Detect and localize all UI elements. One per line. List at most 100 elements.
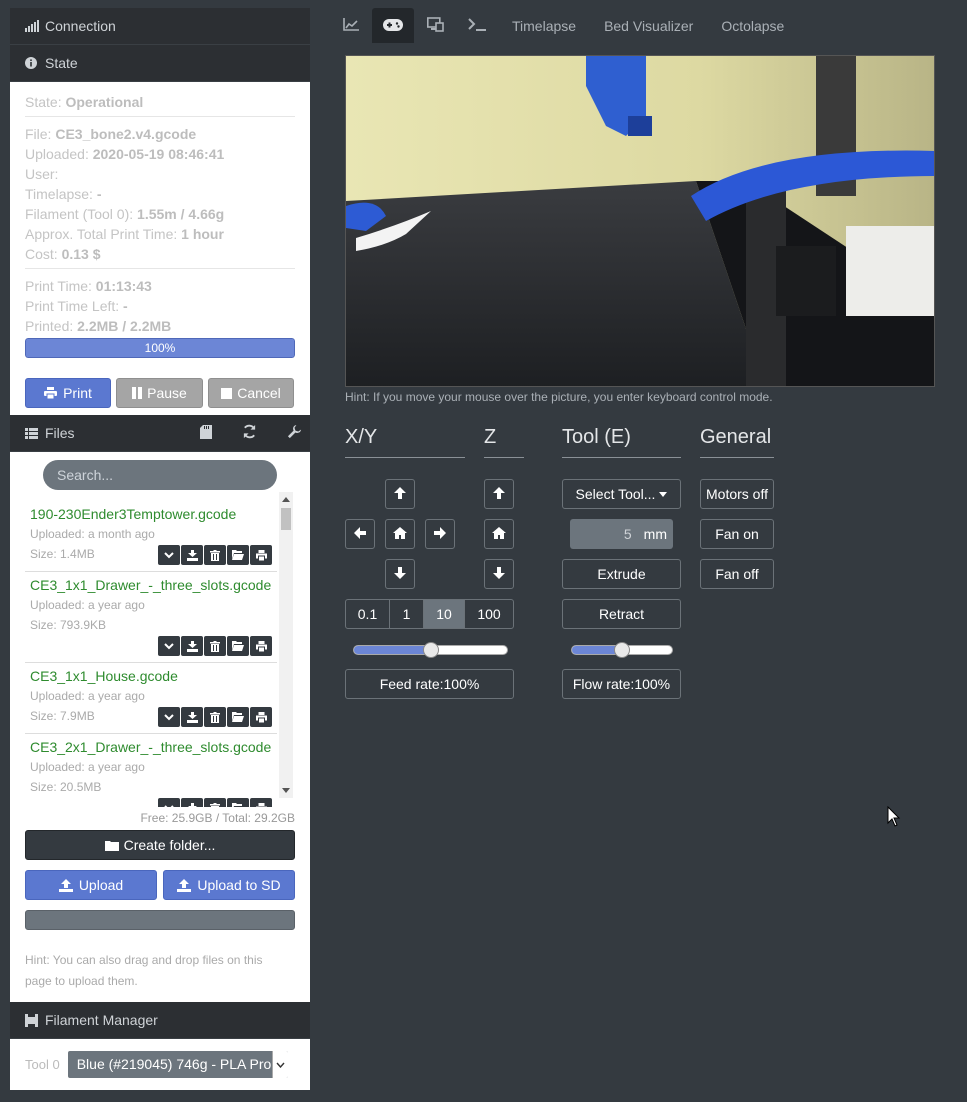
- folder-open-action-button[interactable]: [227, 798, 249, 807]
- tab-octolapse[interactable]: Octolapse: [707, 8, 798, 43]
- pause-button[interactable]: Pause: [116, 378, 203, 408]
- folder-open-action-button[interactable]: [227, 636, 249, 656]
- file-entry[interactable]: CE3_2x1_Drawer_-_three_slots.gcode Uploa…: [25, 734, 277, 807]
- tab-terminal[interactable]: [456, 8, 498, 43]
- file-name[interactable]: CE3_1x1_Drawer_-_three_slots.gcode: [30, 575, 277, 595]
- chevron-down-action-button[interactable]: [158, 545, 180, 565]
- cancel-button[interactable]: Cancel: [208, 378, 294, 408]
- folder-open-action-button[interactable]: [227, 545, 249, 565]
- file-uploaded: Uploaded: a month ago: [30, 527, 155, 541]
- file-uploaded: Uploaded: a year ago: [30, 760, 145, 774]
- step-10-button[interactable]: 10: [423, 599, 465, 629]
- step-0-1-button[interactable]: 0.1: [345, 599, 390, 629]
- spool-icon: [25, 1013, 41, 1027]
- folder-open-icon: [232, 550, 244, 560]
- print-action-button[interactable]: [250, 636, 272, 656]
- download-action-button[interactable]: [181, 798, 203, 807]
- print-button[interactable]: Print: [25, 378, 111, 408]
- extrude-unit: mm: [643, 526, 667, 542]
- print-progress-bar: 100%: [25, 338, 295, 358]
- file-entry[interactable]: CE3_1x1_Drawer_-_three_slots.gcode Uploa…: [25, 572, 277, 663]
- chevron-down-action-button[interactable]: [158, 707, 180, 727]
- trash-icon: [210, 711, 220, 723]
- select-tool-dropdown[interactable]: Select Tool...: [562, 479, 681, 509]
- webcam-stream[interactable]: [345, 55, 935, 387]
- x-plus-button[interactable]: [425, 519, 455, 549]
- extrude-button[interactable]: Extrude: [562, 559, 681, 589]
- home-icon: [492, 526, 506, 542]
- tab-bed-visualizer[interactable]: Bed Visualizer: [590, 8, 707, 43]
- z-minus-button[interactable]: [484, 559, 514, 589]
- flow-rate-button[interactable]: Flow rate:100%: [562, 669, 681, 699]
- download-action-button[interactable]: [181, 545, 203, 565]
- step-100-button[interactable]: 100: [464, 599, 514, 629]
- file-actions: [158, 545, 272, 565]
- print-icon: [255, 640, 267, 652]
- feed-rate-handle[interactable]: [422, 642, 439, 658]
- download-action-button[interactable]: [181, 636, 203, 656]
- trash-icon: [210, 802, 220, 807]
- trash-action-button[interactable]: [204, 798, 226, 807]
- tab-gcode-viewer[interactable]: [414, 8, 456, 43]
- z-plus-button[interactable]: [484, 479, 514, 509]
- flow-rate-handle[interactable]: [614, 642, 630, 658]
- file-entry[interactable]: CE3_1x1_House.gcode Uploaded: a year ago…: [25, 663, 277, 734]
- state-title: State: [45, 55, 78, 71]
- refresh-icon[interactable]: [242, 424, 257, 442]
- tab-timelapse[interactable]: Timelapse: [498, 8, 590, 43]
- arrow-down-icon: [394, 566, 406, 582]
- file-name[interactable]: CE3_2x1_Drawer_-_three_slots.gcode: [30, 737, 277, 757]
- filament-manager-header[interactable]: Filament Manager: [10, 1002, 310, 1039]
- chevron-down-action-button[interactable]: [158, 636, 180, 656]
- print-action-button[interactable]: [250, 707, 272, 727]
- state-header[interactable]: State: [10, 45, 310, 82]
- y-minus-button[interactable]: [385, 559, 415, 589]
- create-folder-button[interactable]: Create folder...: [25, 830, 295, 860]
- xy-home-button[interactable]: [385, 519, 415, 549]
- file-entry[interactable]: 190-230Ender3Temptower.gcode Uploaded: a…: [25, 501, 277, 572]
- arrow-up-icon: [394, 486, 406, 502]
- file-search-input[interactable]: [43, 460, 277, 490]
- connection-header[interactable]: Connection: [10, 8, 310, 45]
- fan-off-button[interactable]: Fan off: [700, 559, 774, 589]
- fan-on-button[interactable]: Fan on: [700, 519, 774, 549]
- trash-action-button[interactable]: [204, 707, 226, 727]
- step-1-button[interactable]: 1: [389, 599, 424, 629]
- info-icon: [25, 57, 41, 69]
- x-minus-button[interactable]: [345, 519, 375, 549]
- motors-off-button[interactable]: Motors off: [700, 479, 774, 509]
- y-plus-button[interactable]: [385, 479, 415, 509]
- upload-icon: [58, 878, 73, 892]
- file-name[interactable]: 190-230Ender3Temptower.gcode: [30, 504, 277, 524]
- flow-rate-slider[interactable]: [571, 642, 673, 658]
- upload-sd-button[interactable]: Upload to SD: [163, 870, 295, 900]
- upload-progress-bar: [25, 910, 295, 930]
- files-header[interactable]: Files: [10, 415, 310, 452]
- file-name[interactable]: CE3_1x1_House.gcode: [30, 666, 277, 686]
- retract-button[interactable]: Retract: [562, 599, 681, 629]
- wrench-icon[interactable]: [287, 424, 302, 442]
- sd-card-icon[interactable]: [200, 424, 212, 442]
- user-line: User:: [25, 166, 59, 182]
- files-title: Files: [45, 425, 75, 441]
- folder-open-action-button[interactable]: [227, 707, 249, 727]
- file-list-scrollbar[interactable]: [279, 492, 293, 798]
- chevron-down-action-button[interactable]: [158, 798, 180, 807]
- upload-button[interactable]: Upload: [25, 870, 157, 900]
- trash-action-button[interactable]: [204, 636, 226, 656]
- feed-rate-button[interactable]: Feed rate:100%: [345, 669, 514, 699]
- list-icon: [25, 427, 41, 439]
- file-actions: [158, 707, 272, 727]
- print-action-button[interactable]: [250, 545, 272, 565]
- spool-select[interactable]: Blue (#219045) 746g - PLA Pro: [67, 1051, 288, 1078]
- download-action-button[interactable]: [181, 707, 203, 727]
- trash-action-button[interactable]: [204, 545, 226, 565]
- z-home-button[interactable]: [484, 519, 514, 549]
- tab-control[interactable]: [372, 8, 414, 43]
- feed-rate-slider[interactable]: [353, 642, 508, 658]
- extrude-amount-input[interactable]: 5 mm: [570, 519, 673, 549]
- tab-temperature[interactable]: [330, 8, 372, 43]
- file-line: File: CE3_bone2.v4.gcode: [25, 126, 197, 142]
- print-action-button[interactable]: [250, 798, 272, 807]
- tool-title: Tool (E): [562, 426, 681, 458]
